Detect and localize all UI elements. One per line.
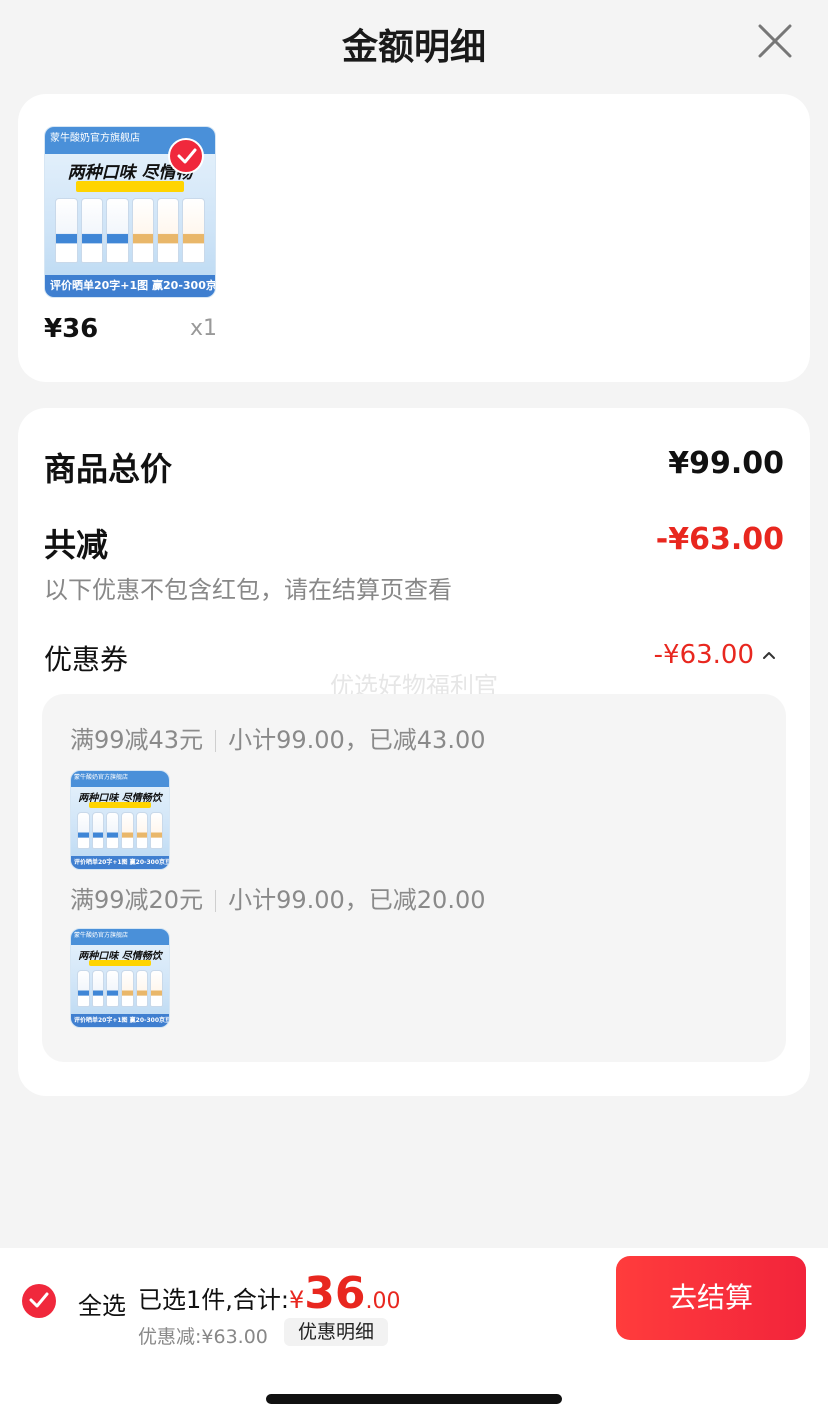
- home-indicator[interactable]: [266, 1394, 562, 1404]
- summary-amount: 36: [304, 1268, 366, 1319]
- coupon-line: 满99减20元 小计99.00，已减20.00: [70, 880, 486, 915]
- total-price-label: 商品总价: [44, 450, 173, 488]
- coupon-subtotal: 小计99.00，已减20.00: [228, 886, 486, 914]
- summary-prefix: 已选1件,合计:: [138, 1286, 289, 1314]
- chevron-up-icon[interactable]: [762, 648, 776, 662]
- coupon-product-image[interactable]: 蒙牛酸奶官方旗舰店 两种口味 尽情畅饮 评价晒单20字+1图 赢20-300京豆: [70, 770, 170, 870]
- product-selected-check-icon[interactable]: [168, 138, 204, 174]
- coupon-rule: 满99减43元: [70, 726, 204, 754]
- coupon-product-image[interactable]: 蒙牛酸奶官方旗舰店 两种口味 尽情畅饮 评价晒单20字+1图 赢20-300京豆: [70, 928, 170, 1028]
- header: 金额明细: [0, 0, 828, 84]
- coupon-image-bottles: [76, 970, 164, 1008]
- order-summary: 已选1件,合计:¥36.00: [138, 1268, 401, 1319]
- coupon-detail-box: 满99减43元 小计99.00，已减43.00 蒙牛酸奶官方旗舰店 两种口味 尽情…: [42, 694, 786, 1062]
- summary-currency: ¥: [288, 1286, 305, 1314]
- coupon-image-footer: 评价晒单20字+1图 赢20-300京豆: [71, 1014, 169, 1027]
- product-image-footer: 评价晒单20字+1图 赢20-300京豆: [45, 274, 215, 297]
- coupon-image-band: [88, 802, 152, 809]
- reduction-note: 以下优惠不包含红包，请在结算页查看: [44, 576, 452, 604]
- discount-total: 优惠减:¥63.00: [138, 1326, 268, 1348]
- divider: [215, 890, 217, 912]
- summary-decimal: .00: [365, 1289, 401, 1314]
- coupon-image-bottles: [76, 812, 164, 850]
- divider: [215, 730, 217, 752]
- coupon-image-footer: 评价晒单20字+1图 赢20-300京豆: [71, 856, 169, 869]
- home-area: [0, 1348, 828, 1422]
- coupon-image-store: 蒙牛酸奶官方旗舰店: [71, 771, 169, 787]
- product-image-bottles: [55, 198, 205, 263]
- total-reduction-value: -¥63.00: [655, 522, 784, 557]
- checkout-button[interactable]: 去结算: [616, 1256, 806, 1340]
- select-all-check-icon[interactable]: [22, 1284, 56, 1318]
- coupon-line: 满99减43元 小计99.00，已减43.00: [70, 720, 486, 755]
- close-icon[interactable]: [756, 22, 794, 60]
- coupon-image-band: [88, 960, 152, 967]
- checkout-bar: 全选 已选1件,合计:¥36.00 优惠减:¥63.00 优惠明细 去结算: [0, 1248, 828, 1348]
- coupon-rule: 满99减20元: [70, 886, 204, 914]
- amount-detail-card: 商品总价 ¥99.00 共减 -¥63.00 以下优惠不包含红包，请在结算页查看…: [18, 408, 810, 1096]
- product-qty: x1: [190, 316, 218, 341]
- total-price-value: ¥99.00: [668, 446, 784, 481]
- select-all-label[interactable]: 全选: [78, 1286, 126, 1321]
- page-title: 金额明细: [341, 27, 486, 68]
- product-price: ¥36: [44, 314, 99, 344]
- product-card: 蒙牛酸奶官方旗舰店 两种口味 尽情畅 评价晒单20字+1图 赢20-300京豆 …: [18, 94, 810, 382]
- coupon-subtotal: 小计99.00，已减43.00: [228, 726, 486, 754]
- discount-detail-button[interactable]: 优惠明细: [284, 1318, 389, 1346]
- coupon-image-store: 蒙牛酸奶官方旗舰店: [71, 929, 169, 945]
- total-reduction-label: 共减: [44, 526, 109, 564]
- product-image-band: [75, 181, 185, 192]
